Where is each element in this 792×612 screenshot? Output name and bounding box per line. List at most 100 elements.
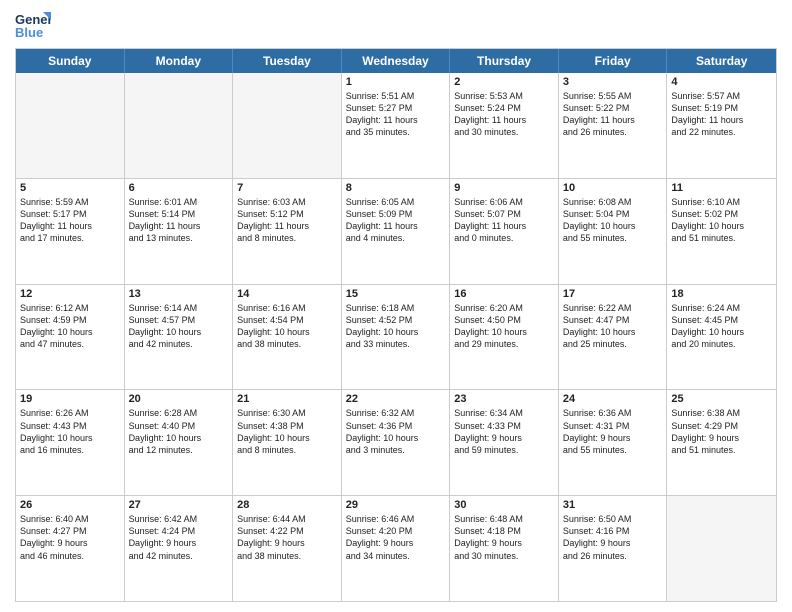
- cell-info: Sunrise: 5:53 AM Sunset: 5:24 PM Dayligh…: [454, 90, 554, 139]
- calendar-cell: [16, 73, 125, 178]
- cell-info: Sunrise: 6:20 AM Sunset: 4:50 PM Dayligh…: [454, 302, 554, 351]
- calendar-cell: 17 Sunrise: 6:22 AM Sunset: 4:47 PM Dayli…: [559, 285, 668, 390]
- calendar-cell: 5 Sunrise: 5:59 AM Sunset: 5:17 PM Daylig…: [16, 179, 125, 284]
- day-number: 31: [563, 499, 663, 511]
- day-number: 27: [129, 499, 229, 511]
- calendar-cell: 6 Sunrise: 6:01 AM Sunset: 5:14 PM Daylig…: [125, 179, 234, 284]
- day-number: 7: [237, 182, 337, 194]
- day-number: 10: [563, 182, 663, 194]
- calendar-cell: 1Sunrise: 5:51 AM Sunset: 5:27 PM Daylig…: [342, 73, 451, 178]
- calendar-cell: [125, 73, 234, 178]
- cell-info: Sunrise: 6:05 AM Sunset: 5:09 PM Dayligh…: [346, 196, 446, 245]
- cell-info: Sunrise: 5:59 AM Sunset: 5:17 PM Dayligh…: [20, 196, 120, 245]
- calendar-week-2: 5 Sunrise: 5:59 AM Sunset: 5:17 PM Daylig…: [16, 179, 776, 285]
- day-number: 9: [454, 182, 554, 194]
- calendar-week-5: 26 Sunrise: 6:40 AM Sunset: 4:27 PM Dayli…: [16, 496, 776, 601]
- cell-info: Sunrise: 5:55 AM Sunset: 5:22 PM Dayligh…: [563, 90, 663, 139]
- day-header-thursday: Thursday: [450, 49, 559, 73]
- day-number: 20: [129, 393, 229, 405]
- calendar-cell: 10 Sunrise: 6:08 AM Sunset: 5:04 PM Dayli…: [559, 179, 668, 284]
- day-number: 12: [20, 288, 120, 300]
- calendar-cell: 27 Sunrise: 6:42 AM Sunset: 4:24 PM Dayli…: [125, 496, 234, 601]
- cell-info: Sunrise: 6:22 AM Sunset: 4:47 PM Dayligh…: [563, 302, 663, 351]
- day-number: 25: [671, 393, 772, 405]
- calendar-cell: 8 Sunrise: 6:05 AM Sunset: 5:09 PM Daylig…: [342, 179, 451, 284]
- cell-info: Sunrise: 6:26 AM Sunset: 4:43 PM Dayligh…: [20, 407, 120, 456]
- day-number: 3: [563, 76, 663, 88]
- cell-info: Sunrise: 6:42 AM Sunset: 4:24 PM Dayligh…: [129, 513, 229, 562]
- calendar: SundayMondayTuesdayWednesdayThursdayFrid…: [15, 48, 777, 602]
- day-header-wednesday: Wednesday: [342, 49, 451, 73]
- cell-info: Sunrise: 6:28 AM Sunset: 4:40 PM Dayligh…: [129, 407, 229, 456]
- calendar-cell: 29Sunrise: 6:46 AM Sunset: 4:20 PM Dayli…: [342, 496, 451, 601]
- calendar-cell: 4 Sunrise: 5:57 AM Sunset: 5:19 PM Daylig…: [667, 73, 776, 178]
- calendar-cell: [233, 73, 342, 178]
- calendar-body: 1Sunrise: 5:51 AM Sunset: 5:27 PM Daylig…: [16, 73, 776, 601]
- day-header-tuesday: Tuesday: [233, 49, 342, 73]
- day-header-sunday: Sunday: [16, 49, 125, 73]
- calendar-cell: 19 Sunrise: 6:26 AM Sunset: 4:43 PM Dayli…: [16, 390, 125, 495]
- calendar-header-row: SundayMondayTuesdayWednesdayThursdayFrid…: [16, 49, 776, 73]
- cell-info: Sunrise: 6:01 AM Sunset: 5:14 PM Dayligh…: [129, 196, 229, 245]
- calendar-cell: 26 Sunrise: 6:40 AM Sunset: 4:27 PM Dayli…: [16, 496, 125, 601]
- day-number: 22: [346, 393, 446, 405]
- day-number: 13: [129, 288, 229, 300]
- day-number: 16: [454, 288, 554, 300]
- day-header-friday: Friday: [559, 49, 668, 73]
- cell-info: Sunrise: 6:50 AM Sunset: 4:16 PM Dayligh…: [563, 513, 663, 562]
- calendar-cell: 2 Sunrise: 5:53 AM Sunset: 5:24 PM Daylig…: [450, 73, 559, 178]
- calendar-cell: 7 Sunrise: 6:03 AM Sunset: 5:12 PM Daylig…: [233, 179, 342, 284]
- calendar-cell: 25 Sunrise: 6:38 AM Sunset: 4:29 PM Dayli…: [667, 390, 776, 495]
- day-number: 26: [20, 499, 120, 511]
- cell-info: Sunrise: 6:34 AM Sunset: 4:33 PM Dayligh…: [454, 407, 554, 456]
- cell-info: Sunrise: 6:38 AM Sunset: 4:29 PM Dayligh…: [671, 407, 772, 456]
- calendar-cell: 16 Sunrise: 6:20 AM Sunset: 4:50 PM Dayli…: [450, 285, 559, 390]
- day-number: 17: [563, 288, 663, 300]
- day-number: 6: [129, 182, 229, 194]
- day-number: 4: [671, 76, 772, 88]
- day-number: 14: [237, 288, 337, 300]
- cell-info: Sunrise: 6:40 AM Sunset: 4:27 PM Dayligh…: [20, 513, 120, 562]
- calendar-cell: 18 Sunrise: 6:24 AM Sunset: 4:45 PM Dayli…: [667, 285, 776, 390]
- day-number: 5: [20, 182, 120, 194]
- day-number: 23: [454, 393, 554, 405]
- day-number: 21: [237, 393, 337, 405]
- calendar-cell: 12 Sunrise: 6:12 AM Sunset: 4:59 PM Dayli…: [16, 285, 125, 390]
- cell-info: Sunrise: 6:48 AM Sunset: 4:18 PM Dayligh…: [454, 513, 554, 562]
- cell-info: Sunrise: 6:36 AM Sunset: 4:31 PM Dayligh…: [563, 407, 663, 456]
- day-number: 18: [671, 288, 772, 300]
- cell-info: Sunrise: 6:24 AM Sunset: 4:45 PM Dayligh…: [671, 302, 772, 351]
- logo: General Blue: [15, 10, 51, 40]
- cell-info: Sunrise: 6:03 AM Sunset: 5:12 PM Dayligh…: [237, 196, 337, 245]
- calendar-week-4: 19 Sunrise: 6:26 AM Sunset: 4:43 PM Dayli…: [16, 390, 776, 496]
- day-number: 2: [454, 76, 554, 88]
- cell-info: Sunrise: 6:10 AM Sunset: 5:02 PM Dayligh…: [671, 196, 772, 245]
- calendar-cell: 30 Sunrise: 6:48 AM Sunset: 4:18 PM Dayli…: [450, 496, 559, 601]
- cell-info: Sunrise: 6:14 AM Sunset: 4:57 PM Dayligh…: [129, 302, 229, 351]
- calendar-cell: 3 Sunrise: 5:55 AM Sunset: 5:22 PM Daylig…: [559, 73, 668, 178]
- day-number: 30: [454, 499, 554, 511]
- day-number: 1: [346, 76, 446, 88]
- calendar-week-1: 1Sunrise: 5:51 AM Sunset: 5:27 PM Daylig…: [16, 73, 776, 179]
- cell-info: Sunrise: 6:16 AM Sunset: 4:54 PM Dayligh…: [237, 302, 337, 351]
- calendar-cell: 23 Sunrise: 6:34 AM Sunset: 4:33 PM Dayli…: [450, 390, 559, 495]
- day-header-monday: Monday: [125, 49, 234, 73]
- cell-info: Sunrise: 6:06 AM Sunset: 5:07 PM Dayligh…: [454, 196, 554, 245]
- calendar-cell: [667, 496, 776, 601]
- calendar-page: General Blue SundayMondayTuesdayWednesda…: [0, 0, 792, 612]
- cell-info: Sunrise: 6:32 AM Sunset: 4:36 PM Dayligh…: [346, 407, 446, 456]
- calendar-cell: 22 Sunrise: 6:32 AM Sunset: 4:36 PM Dayli…: [342, 390, 451, 495]
- cell-info: Sunrise: 6:08 AM Sunset: 5:04 PM Dayligh…: [563, 196, 663, 245]
- calendar-cell: 28Sunrise: 6:44 AM Sunset: 4:22 PM Dayli…: [233, 496, 342, 601]
- cell-info: Sunrise: 6:12 AM Sunset: 4:59 PM Dayligh…: [20, 302, 120, 351]
- day-header-saturday: Saturday: [667, 49, 776, 73]
- calendar-cell: 20 Sunrise: 6:28 AM Sunset: 4:40 PM Dayli…: [125, 390, 234, 495]
- day-number: 15: [346, 288, 446, 300]
- calendar-cell: 21Sunrise: 6:30 AM Sunset: 4:38 PM Dayli…: [233, 390, 342, 495]
- calendar-cell: 24Sunrise: 6:36 AM Sunset: 4:31 PM Dayli…: [559, 390, 668, 495]
- day-number: 19: [20, 393, 120, 405]
- day-number: 28: [237, 499, 337, 511]
- calendar-cell: 15Sunrise: 6:18 AM Sunset: 4:52 PM Dayli…: [342, 285, 451, 390]
- day-number: 8: [346, 182, 446, 194]
- cell-info: Sunrise: 5:57 AM Sunset: 5:19 PM Dayligh…: [671, 90, 772, 139]
